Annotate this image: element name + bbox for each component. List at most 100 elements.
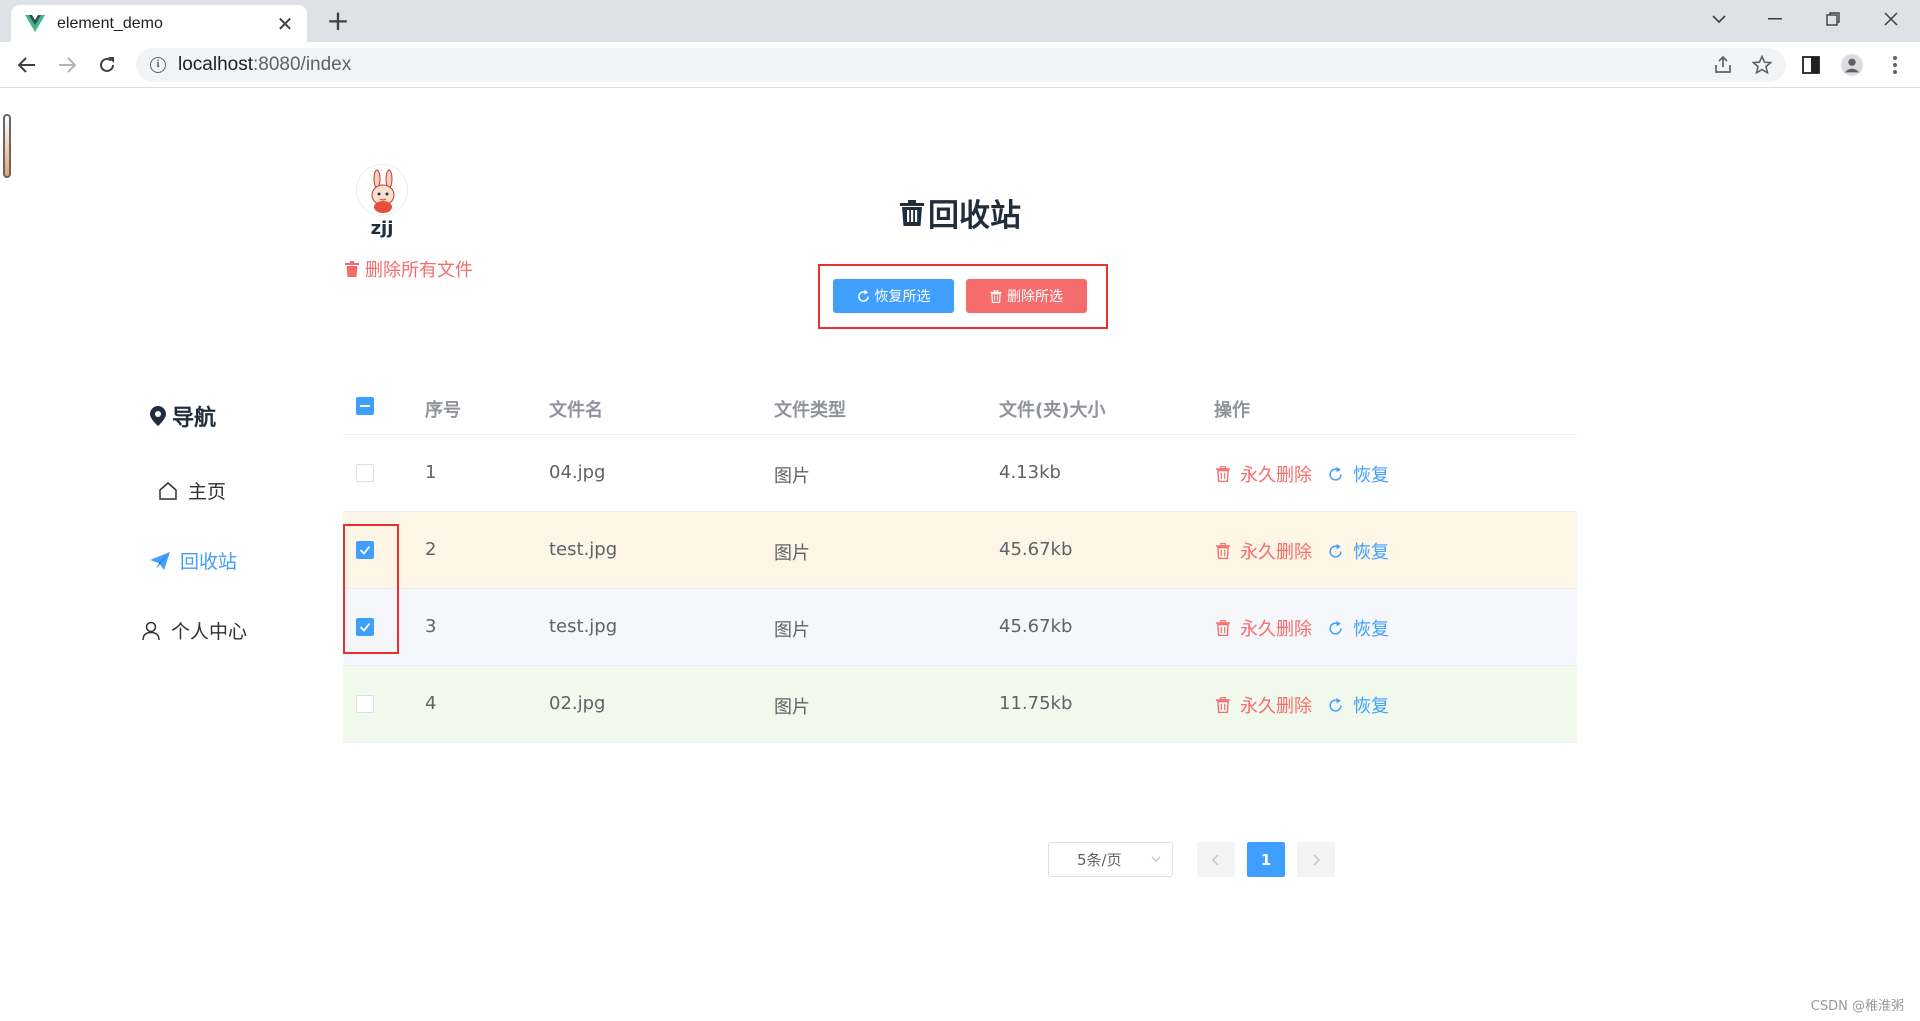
url-host: localhost <box>178 54 253 75</box>
browser-tab[interactable]: element_demo ✕ <box>11 5 307 42</box>
column-header-size: 文件(夹)大小 <box>999 400 1106 421</box>
forward-icon[interactable] <box>51 49 83 81</box>
cell-file-type: 图片 <box>774 697 810 718</box>
site-info-icon[interactable]: i <box>150 57 166 73</box>
permanent-delete-label: 永久删除 <box>1240 619 1312 640</box>
restore-label: 恢复 <box>1353 696 1389 717</box>
chevron-right-icon <box>1313 853 1321 866</box>
profile-avatar-icon[interactable] <box>1841 54 1863 76</box>
page-title: 回收站 <box>900 190 1021 235</box>
next-page-button[interactable] <box>1297 842 1335 877</box>
permanent-delete-label: 永久删除 <box>1240 696 1312 717</box>
back-icon[interactable] <box>11 49 43 81</box>
trash-icon <box>1216 543 1230 559</box>
prev-page-button[interactable] <box>1197 842 1235 877</box>
select-all-checkbox[interactable] <box>356 397 374 415</box>
cell-file-name: 04.jpg <box>549 462 606 483</box>
restore-button[interactable]: 恢复 <box>1328 615 1389 641</box>
permanent-delete-label: 永久删除 <box>1240 542 1312 563</box>
trash-icon <box>1216 466 1230 482</box>
home-icon <box>159 481 177 500</box>
trash-icon <box>1216 620 1230 636</box>
cell-file-size: 11.75kb <box>999 693 1073 714</box>
page-title-text: 回收站 <box>928 198 1021 234</box>
side-panel-icon[interactable] <box>1800 54 1822 76</box>
restore-label: 恢复 <box>1353 619 1389 640</box>
close-tab-icon[interactable]: ✕ <box>273 12 297 36</box>
recycle-table: 序号 文件名 文件类型 文件(夹)大小 操作 1 04.jpg 图片 4.13k… <box>343 380 1577 743</box>
tab-search-icon[interactable] <box>1690 0 1748 38</box>
cell-file-size: 4.13kb <box>999 462 1061 483</box>
refresh-icon <box>1329 697 1342 712</box>
restore-window-icon[interactable] <box>1804 0 1862 38</box>
restore-label: 恢复 <box>1353 465 1389 486</box>
scrollbar-thumb[interactable] <box>3 114 11 178</box>
nav-title-text: 导航 <box>172 406 217 431</box>
tab-title: element_demo <box>57 14 163 32</box>
trash-icon <box>990 289 1002 303</box>
menu-kebab-icon[interactable] <box>1884 54 1906 76</box>
avatar[interactable] <box>356 164 408 216</box>
refresh-icon <box>1329 543 1342 558</box>
cell-file-type: 图片 <box>774 466 810 487</box>
paper-plane-icon <box>150 551 170 570</box>
restore-selected-button[interactable]: 恢复所选 <box>833 279 954 313</box>
close-window-icon[interactable] <box>1862 0 1920 38</box>
page-number-button[interactable]: 1 <box>1247 842 1285 877</box>
permanent-delete-button[interactable]: 永久删除 <box>1216 615 1312 641</box>
location-pin-icon <box>150 406 166 426</box>
cell-index: 4 <box>425 693 437 714</box>
nav-title: 导航 <box>150 400 216 432</box>
restore-button[interactable]: 恢复 <box>1328 692 1389 718</box>
permanent-delete-button[interactable]: 永久删除 <box>1216 538 1312 564</box>
reload-icon[interactable] <box>91 49 123 81</box>
cell-file-name: 02.jpg <box>549 693 606 714</box>
permanent-delete-button[interactable]: 永久删除 <box>1216 692 1312 718</box>
column-header-type: 文件类型 <box>774 400 846 421</box>
minimize-icon[interactable] <box>1746 0 1804 38</box>
table-row: 2 test.jpg 图片 45.67kb 永久删除 恢复 <box>343 512 1577 589</box>
bookmark-star-icon[interactable] <box>1751 54 1773 76</box>
restore-label: 恢复 <box>1353 542 1389 563</box>
restore-button[interactable]: 恢复 <box>1328 461 1389 487</box>
trash-icon <box>1216 697 1230 713</box>
table-row: 3 test.jpg 图片 45.67kb 永久删除 恢复 <box>343 589 1577 666</box>
vue-logo-icon <box>25 14 45 32</box>
table-row: 1 04.jpg 图片 4.13kb 永久删除 恢复 <box>343 435 1577 512</box>
delete-all-files-link[interactable]: 删除所有文件 <box>345 256 473 282</box>
column-header-actions: 操作 <box>1214 400 1250 421</box>
row-checkbox[interactable] <box>356 464 374 482</box>
sidebar-item-recycle-bin[interactable]: 回收站 <box>150 547 237 574</box>
sidebar-item-profile[interactable]: 个人中心 <box>141 617 247 644</box>
browser-tab-bar: element_demo ✕ + <box>0 0 1920 42</box>
delete-all-files-label: 删除所有文件 <box>365 260 473 281</box>
sidebar-item-label: 主页 <box>188 481 227 503</box>
permanent-delete-button[interactable]: 永久删除 <box>1216 461 1312 487</box>
sidebar-item-label: 个人中心 <box>171 621 248 643</box>
cell-file-size: 45.67kb <box>999 539 1073 560</box>
sidebar-item-home[interactable]: 主页 <box>158 477 226 504</box>
column-header-index: 序号 <box>425 400 461 421</box>
share-icon[interactable] <box>1712 54 1734 76</box>
refresh-icon <box>1329 466 1342 481</box>
cell-file-name: test.jpg <box>549 539 618 560</box>
cell-index: 3 <box>425 616 437 637</box>
delete-selected-label: 删除所选 <box>1007 289 1063 305</box>
new-tab-icon[interactable]: + <box>322 6 354 38</box>
cell-file-size: 45.67kb <box>999 616 1073 637</box>
cell-index: 1 <box>425 462 437 483</box>
trash-icon <box>345 261 359 277</box>
restore-button[interactable]: 恢复 <box>1328 538 1389 564</box>
row-checkbox[interactable] <box>356 695 374 713</box>
column-header-name: 文件名 <box>549 400 603 421</box>
delete-selected-button[interactable]: 删除所选 <box>966 279 1087 313</box>
page-size-value: 5条/页 <box>1077 851 1122 869</box>
page-size-select[interactable]: 5条/页 <box>1048 842 1173 877</box>
address-bar[interactable]: i localhost:8080/index <box>136 48 1786 82</box>
permanent-delete-label: 永久删除 <box>1240 465 1312 486</box>
chevron-down-icon <box>1151 856 1161 862</box>
url-path: :8080/index <box>253 54 352 75</box>
trash-icon <box>900 199 924 226</box>
watermark: CSDN @稚淮粥 <box>1810 999 1904 1014</box>
sidebar-item-label: 回收站 <box>180 551 238 573</box>
